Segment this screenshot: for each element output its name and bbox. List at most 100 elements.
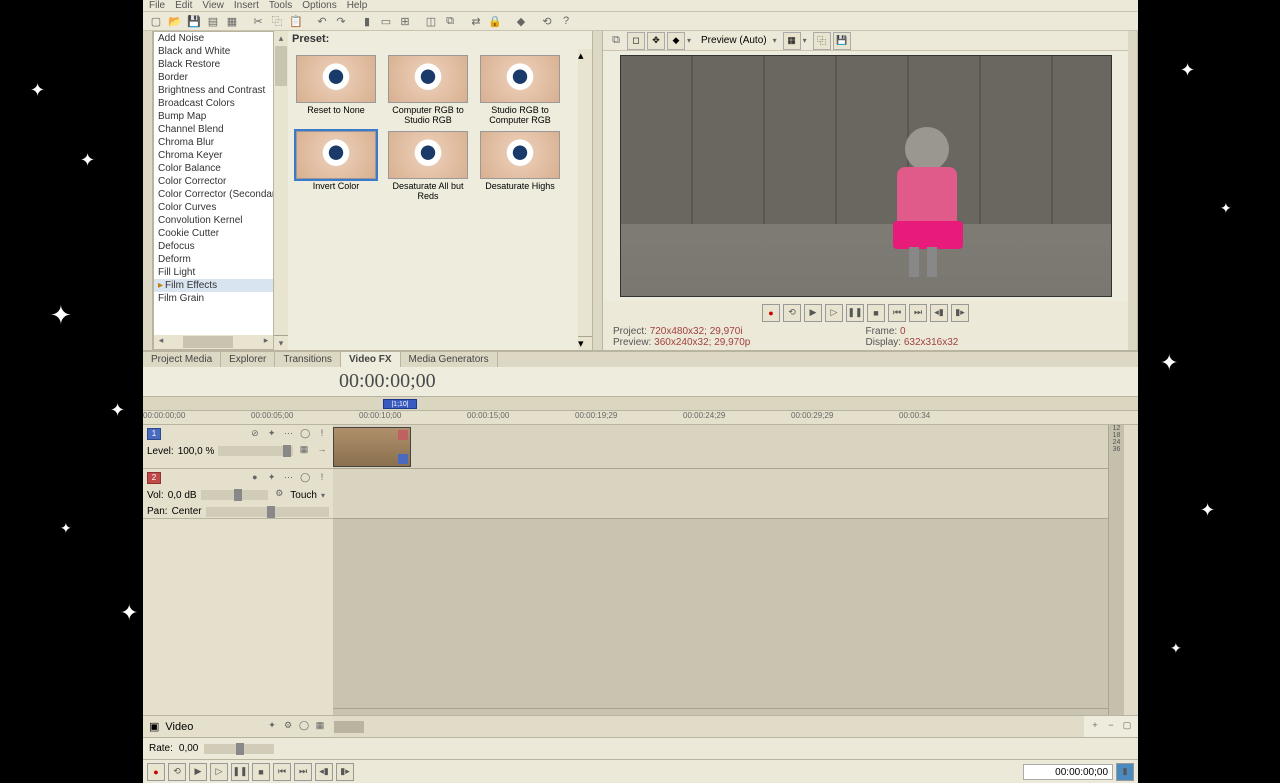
next-frame-button[interactable]: ▮▸ [336,763,354,781]
stop-button[interactable]: ■ [867,304,885,322]
fx-item[interactable]: Border [154,71,273,84]
fx-item[interactable]: Broadcast Colors [154,97,273,110]
expand-icon[interactable]: ▣ [149,720,159,733]
track-fx-icon[interactable]: ✦ [265,428,279,442]
tab-video-fx[interactable]: Video FX [341,352,401,367]
loop-marker[interactable]: |1;10| [383,399,417,409]
tab-media-generators[interactable]: Media Generators [401,352,498,367]
paste-icon[interactable]: 📋 [287,12,305,30]
automation-icon[interactable]: ⋯ [281,428,295,442]
fx-item[interactable]: Color Balance [154,162,273,175]
render-icon[interactable]: ▦ [223,12,241,30]
downmix-icon[interactable]: ▦ [313,720,327,734]
prev-frame-button[interactable]: ◂▮ [315,763,333,781]
loop-button[interactable]: ⟲ [168,763,186,781]
fx-item[interactable]: Color Curves [154,201,273,214]
fx-item[interactable]: Color Corrector [154,175,273,188]
fx-list-vscroll[interactable]: ▴▾ [274,31,288,350]
mute-button[interactable]: ◯ [298,428,312,442]
solo-button[interactable]: ! [315,472,329,486]
redo-icon[interactable]: ↷ [332,12,350,30]
pv-save-icon[interactable]: 💾 [833,32,851,50]
menu-help[interactable]: Help [347,0,368,11]
menu-tools[interactable]: Tools [269,0,292,11]
fx-item[interactable]: Add Noise [154,32,273,45]
fx-item[interactable]: Chroma Keyer [154,149,273,162]
bottom-tab-label[interactable]: Video [159,721,199,733]
rate-slider[interactable] [204,744,274,754]
group1-icon[interactable]: ◫ [422,12,440,30]
zoom-in-icon[interactable]: + [1088,720,1102,734]
insert-fx-icon[interactable]: ⚙ [281,720,295,734]
ripple-icon[interactable]: ⇄ [467,12,485,30]
go-end-button[interactable]: ⏭ [909,304,927,322]
fx-item[interactable]: Color Corrector (Secondar [154,188,273,201]
preview-mode-label[interactable]: Preview (Auto) [697,35,771,46]
menu-file[interactable]: File [149,0,165,11]
menu-insert[interactable]: Insert [234,0,259,11]
save-icon[interactable]: 💾 [185,12,203,30]
fx-item[interactable]: Brightness and Contrast [154,84,273,97]
marker-icon[interactable]: ▮ [358,12,376,30]
timeline-hscroll[interactable] [333,716,1084,737]
next-frame-button[interactable]: ▮▸ [951,304,969,322]
pv-ext-icon[interactable]: ⧉ [607,32,625,50]
dock-bar-mid[interactable] [593,31,603,350]
record-button[interactable]: ● [147,763,165,781]
loop-button[interactable]: ⟲ [783,304,801,322]
play-button[interactable]: ▷ [210,763,228,781]
open-icon[interactable]: 📂 [166,12,184,30]
obj-icon[interactable]: ◆ [512,12,530,30]
gear-icon[interactable]: ⚙ [272,488,286,502]
snap-icon[interactable]: ⊞ [396,12,414,30]
fx-list-hscroll[interactable]: ◂▸ [154,335,273,349]
fx-item[interactable]: Film Grain [154,292,273,305]
preset-card[interactable]: Desaturate Highs [476,131,564,201]
prev-frame-button[interactable]: ◂▮ [930,304,948,322]
fx-item[interactable]: Deform [154,253,273,266]
play-button[interactable]: ▷ [825,304,843,322]
fx-item[interactable]: Convolution Kernel [154,214,273,227]
arm-record-icon[interactable]: ● [248,472,262,486]
automation-icon[interactable]: ⋯ [281,472,295,486]
preset-card[interactable]: Reset to None [292,55,380,125]
fx-item[interactable]: Bump Map [154,110,273,123]
fx-item[interactable]: Black and White [154,45,273,58]
pause-button[interactable]: ❚❚ [231,763,249,781]
comp-mode-icon[interactable]: ▦ [297,444,311,458]
help-icon[interactable]: ? [557,12,575,30]
copy-icon[interactable]: ⿻ [268,12,286,30]
mute-button[interactable]: ◯ [298,472,312,486]
touch-label[interactable]: Touch [290,490,317,501]
pv-grid-icon[interactable]: ▦ [783,32,801,50]
preset-card[interactable]: Invert Color [292,131,380,201]
new-icon[interactable]: ▢ [147,12,165,30]
vol-slider[interactable] [201,490,269,500]
menu-edit[interactable]: Edit [175,0,192,11]
region-icon[interactable]: ▭ [377,12,395,30]
pv-move-icon[interactable]: ✥ [647,32,665,50]
play-start-button[interactable]: ▶ [804,304,822,322]
pv-fx-icon[interactable]: ◆ [667,32,685,50]
tab-transitions[interactable]: Transitions [275,352,341,367]
go-end-button[interactable]: ⏭ [294,763,312,781]
video-clip[interactable] [333,427,411,467]
go-start-button[interactable]: ⏮ [888,304,906,322]
zoom-fit-icon[interactable]: ▢ [1120,720,1134,734]
pan-slider[interactable] [206,507,329,517]
timeline-vscroll[interactable] [1124,425,1138,715]
preset-vscroll[interactable]: ▴▾ [578,49,592,350]
parent-icon[interactable]: → [315,444,329,458]
fx-item[interactable]: Black Restore [154,58,273,71]
preset-card[interactable]: Studio RGB to Computer RGB [476,55,564,125]
fx-item[interactable]: Cookie Cutter [154,227,273,240]
timecode-field[interactable]: 00:00:00;00 [1023,764,1113,780]
audio-track-header[interactable]: 2 ● ✦ ⋯ ◯ ! Vol: 0,0 dB ⚙ Touch▾ [143,469,333,519]
preset-card[interactable]: Desaturate All but Reds [384,131,472,201]
cut-icon[interactable]: ✂ [249,12,267,30]
time-ruler[interactable]: 00:00:00;0000:00:05;0000:00:10;0000:00:1… [143,411,1138,425]
tab-explorer[interactable]: Explorer [221,352,275,367]
clip-pan-icon[interactable] [398,454,408,464]
dim-icon[interactable]: ◯ [297,720,311,734]
go-start-button[interactable]: ⏮ [273,763,291,781]
